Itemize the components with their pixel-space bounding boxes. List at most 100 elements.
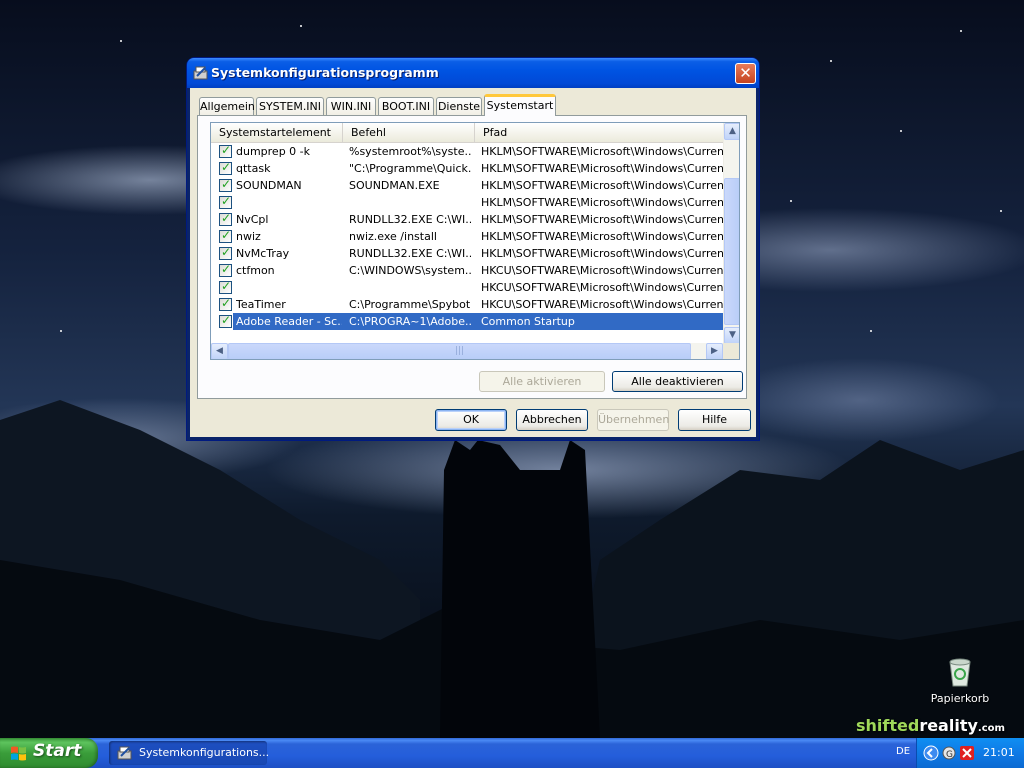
checkbox[interactable]: ✓ bbox=[219, 262, 232, 277]
scroll-down-button[interactable]: ▼ bbox=[724, 327, 739, 344]
checkbox[interactable]: ✓ bbox=[219, 177, 232, 192]
tab-system-ini[interactable]: SYSTEM.INI bbox=[256, 97, 324, 115]
checkbox[interactable]: ✓ bbox=[219, 279, 232, 294]
vertical-scrollbar[interactable]: ▲ ▼ bbox=[723, 123, 739, 344]
close-button[interactable]: ✕ bbox=[735, 63, 756, 84]
list-item-selected[interactable]: ✓ Adobe Reader - Sc... C:\PROGRA~1\Adobe… bbox=[211, 313, 723, 330]
tab-label: Allgemein bbox=[200, 100, 255, 113]
apply-button[interactable]: Übernehmen bbox=[597, 409, 669, 431]
checkbox[interactable]: ✓ bbox=[219, 245, 232, 260]
startup-command: nwiz.exe /install bbox=[349, 230, 437, 243]
startup-path: HKLM\SOFTWARE\Microsoft\Windows\CurrentV… bbox=[481, 145, 723, 158]
checkbox[interactable]: ✓ bbox=[219, 160, 232, 175]
taskbar-item-label: Systemkonfigurations... bbox=[139, 746, 270, 759]
column-header-startelement[interactable]: Systemstartelement bbox=[211, 123, 343, 142]
list-item[interactable]: ✓ SOUNDMAN SOUNDMAN.EXE HKLM\SOFTWARE\Mi… bbox=[211, 177, 723, 194]
button-label: Alle deaktivieren bbox=[631, 375, 724, 388]
startup-name: NvCpl bbox=[236, 213, 269, 226]
startup-path: HKLM\SOFTWARE\Microsoft\Windows\CurrentV… bbox=[481, 196, 723, 209]
checkmark-icon: ✓ bbox=[221, 160, 232, 174]
startup-list[interactable]: Systemstartelement Befehl Pfad ✓ dumprep… bbox=[210, 122, 740, 360]
enable-all-button[interactable]: Alle aktivieren bbox=[479, 371, 605, 392]
list-item[interactable]: ✓ NvMcTray RUNDLL32.EXE C:\WI... HKLM\SO… bbox=[211, 245, 723, 262]
startup-command: %systemroot%\syste... bbox=[349, 145, 471, 158]
tab-allgemein[interactable]: Allgemein bbox=[199, 97, 255, 115]
startup-path: HKCU\SOFTWARE\Microsoft\Windows\CurrentV… bbox=[481, 264, 723, 277]
list-item[interactable]: ✓ dumprep 0 -k %systemroot%\syste... HKL… bbox=[211, 143, 723, 160]
watermark: shiftedreality.com bbox=[856, 716, 1005, 735]
checkbox[interactable]: ✓ bbox=[219, 228, 232, 243]
list-item[interactable]: ✓ NvCpl RUNDLL32.EXE C:\WI... HKLM\SOFTW… bbox=[211, 211, 723, 228]
list-item[interactable]: ✓ ctfmon C:\WINDOWS\system... HKCU\SOFTW… bbox=[211, 262, 723, 279]
star bbox=[120, 40, 122, 42]
watermark-part1: shifted bbox=[856, 716, 920, 735]
checkbox[interactable]: ✓ bbox=[219, 296, 232, 311]
checkbox[interactable]: ✓ bbox=[219, 194, 232, 209]
scroll-up-button[interactable]: ▲ bbox=[724, 123, 739, 140]
startup-path: HKLM\SOFTWARE\Microsoft\Windows\CurrentV… bbox=[481, 213, 723, 226]
cancel-button[interactable]: Abbrechen bbox=[516, 409, 588, 431]
recycle-bin-label: Papierkorb bbox=[930, 692, 990, 705]
show-hidden-icons-icon[interactable] bbox=[923, 745, 939, 761]
tab-dienste[interactable]: Dienste bbox=[436, 97, 482, 115]
column-header-befehl[interactable]: Befehl bbox=[343, 123, 475, 142]
checkbox[interactable]: ✓ bbox=[219, 211, 232, 226]
language-indicator[interactable]: DE bbox=[896, 746, 910, 757]
chevron-left-icon: ◀ bbox=[216, 346, 223, 356]
vertical-scroll-thumb[interactable] bbox=[724, 178, 739, 325]
list-item[interactable]: ✓ HKLM\SOFTWARE\Microsoft\Windows\Curren… bbox=[211, 194, 723, 211]
star bbox=[830, 60, 832, 62]
window-client-area: Allgemein SYSTEM.INI WIN.INI BOOT.INI Di… bbox=[190, 88, 756, 437]
help-button[interactable]: Hilfe bbox=[678, 409, 751, 431]
msconfig-icon bbox=[117, 746, 132, 760]
startup-command: RUNDLL32.EXE C:\WI... bbox=[349, 213, 471, 226]
recycle-bin[interactable]: Papierkorb bbox=[930, 656, 990, 705]
startup-path: HKLM\SOFTWARE\Microsoft\Windows\CurrentV… bbox=[481, 247, 723, 260]
startup-name: Adobe Reader - Sc... bbox=[236, 315, 342, 328]
startup-name: NvMcTray bbox=[236, 247, 290, 260]
start-button[interactable]: Start bbox=[0, 738, 98, 768]
disable-all-button[interactable]: Alle deaktivieren bbox=[612, 371, 743, 392]
list-item[interactable]: ✓ TeaTimer C:\Programme\Spybot... HKCU\S… bbox=[211, 296, 723, 313]
scroll-left-button[interactable]: ◀ bbox=[211, 343, 228, 359]
checkmark-icon: ✓ bbox=[221, 313, 232, 327]
horizontal-scroll-thumb[interactable]: ||| bbox=[228, 343, 691, 359]
antivirus-icon[interactable] bbox=[959, 745, 975, 761]
close-icon: ✕ bbox=[739, 64, 752, 82]
checkmark-icon: ✓ bbox=[221, 262, 232, 276]
checkbox[interactable]: ✓ bbox=[219, 313, 232, 328]
start-label: Start bbox=[33, 741, 82, 761]
startup-command bbox=[349, 279, 471, 296]
ok-button[interactable]: OK bbox=[435, 409, 507, 431]
checkmark-icon: ✓ bbox=[221, 228, 232, 242]
scroll-right-button[interactable]: ▶ bbox=[706, 343, 723, 359]
taskbar-item-msconfig[interactable]: Systemkonfigurations... bbox=[109, 741, 270, 765]
tab-boot-ini[interactable]: BOOT.INI bbox=[378, 97, 434, 115]
clock[interactable]: 21:01 bbox=[983, 746, 1015, 759]
startup-name bbox=[236, 194, 342, 211]
scroll-corner bbox=[723, 343, 739, 359]
star bbox=[790, 200, 792, 202]
button-label: Hilfe bbox=[701, 413, 728, 426]
column-header-pfad[interactable]: Pfad bbox=[475, 123, 723, 142]
title-bar[interactable]: Systemkonfigurationsprogramm ✕ bbox=[187, 58, 759, 88]
network-icon[interactable]: G bbox=[941, 745, 957, 761]
tab-win-ini[interactable]: WIN.INI bbox=[326, 97, 376, 115]
list-item[interactable]: ✓ qttask "C:\Programme\Quick... HKLM\SOF… bbox=[211, 160, 723, 177]
startup-command: "C:\Programme\Quick... bbox=[349, 162, 471, 175]
horizontal-scrollbar[interactable]: ◀ ||| ▶ bbox=[211, 343, 723, 359]
recycle-bin-icon bbox=[949, 658, 971, 687]
list-item[interactable]: ✓ nwiz nwiz.exe /install HKLM\SOFTWARE\M… bbox=[211, 228, 723, 245]
chevron-right-icon: ▶ bbox=[711, 346, 718, 356]
startup-path: HKLM\SOFTWARE\Microsoft\Windows\CurrentV… bbox=[481, 230, 723, 243]
startup-name: nwiz bbox=[236, 230, 261, 243]
tab-label: Dienste bbox=[437, 100, 481, 113]
checkbox[interactable]: ✓ bbox=[219, 143, 232, 158]
button-label: Alle aktivieren bbox=[502, 375, 582, 388]
tab-label: BOOT.INI bbox=[381, 100, 431, 113]
star bbox=[900, 130, 902, 132]
tab-systemstart[interactable]: Systemstart bbox=[484, 94, 556, 116]
startup-command: SOUNDMAN.EXE bbox=[349, 179, 440, 192]
msconfig-icon bbox=[193, 66, 208, 80]
list-item[interactable]: ✓ HKCU\SOFTWARE\Microsoft\Windows\Curren… bbox=[211, 279, 723, 296]
